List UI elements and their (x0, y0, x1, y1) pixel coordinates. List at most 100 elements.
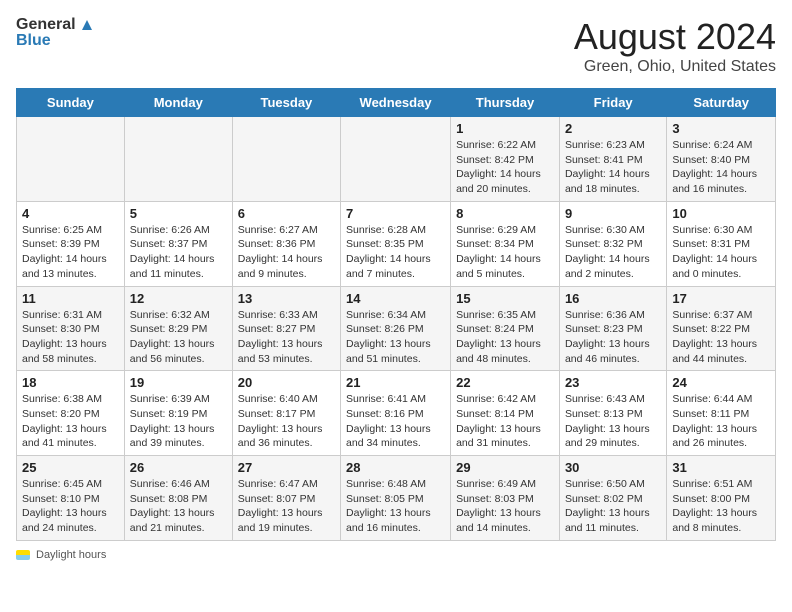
day-number: 9 (565, 206, 661, 221)
calendar-cell: 31 Sunrise: 6:51 AM Sunset: 8:00 PM Dayli… (667, 456, 776, 541)
day-info: Sunrise: 6:32 AM Sunset: 8:29 PM Dayligh… (130, 308, 227, 367)
day-number: 8 (456, 206, 554, 221)
day-info: Sunrise: 6:50 AM Sunset: 8:02 PM Dayligh… (565, 477, 661, 536)
day-header-wednesday: Wednesday (341, 89, 451, 117)
calendar-cell: 20 Sunrise: 6:40 AM Sunset: 8:17 PM Dayli… (232, 371, 340, 456)
day-header-tuesday: Tuesday (232, 89, 340, 117)
title-area: August 2024 Green, Ohio, United States (574, 16, 776, 76)
day-header-friday: Friday (559, 89, 666, 117)
calendar-cell: 11 Sunrise: 6:31 AM Sunset: 8:30 PM Dayli… (17, 286, 125, 371)
calendar-cell: 28 Sunrise: 6:48 AM Sunset: 8:05 PM Dayli… (341, 456, 451, 541)
calendar-cell: 8Sunrise: 6:29 AM Sunset: 8:34 PM Daylig… (451, 201, 560, 286)
calendar-subtitle: Green, Ohio, United States (574, 58, 776, 76)
day-number: 24 (672, 375, 770, 390)
daylight-icon (16, 550, 30, 560)
day-info: Sunrise: 6:40 AM Sunset: 8:17 PM Dayligh… (238, 392, 335, 451)
day-number: 25 (22, 460, 119, 475)
day-info: Sunrise: 6:37 AM Sunset: 8:22 PM Dayligh… (672, 308, 770, 367)
calendar-cell: 7Sunrise: 6:28 AM Sunset: 8:35 PM Daylig… (341, 201, 451, 286)
calendar-cell: 5Sunrise: 6:26 AM Sunset: 8:37 PM Daylig… (124, 201, 232, 286)
calendar-cell: 6 Sunrise: 6:27 AM Sunset: 8:36 PM Daylig… (232, 201, 340, 286)
calendar-cell: 16 Sunrise: 6:36 AM Sunset: 8:23 PM Dayli… (559, 286, 666, 371)
day-number: 31 (672, 460, 770, 475)
calendar-cell: 10 Sunrise: 6:30 AM Sunset: 8:31 PM Dayli… (667, 201, 776, 286)
day-header-saturday: Saturday (667, 89, 776, 117)
day-info: Sunrise: 6:48 AM Sunset: 8:05 PM Dayligh… (346, 477, 445, 536)
calendar-cell (341, 117, 451, 202)
day-info: Sunrise: 6:45 AM Sunset: 8:10 PM Dayligh… (22, 477, 119, 536)
footer: Daylight hours (16, 549, 776, 561)
day-number: 20 (238, 375, 335, 390)
calendar-cell: 29 Sunrise: 6:49 AM Sunset: 8:03 PM Dayli… (451, 456, 560, 541)
day-header-monday: Monday (124, 89, 232, 117)
day-number: 16 (565, 291, 661, 306)
day-number: 19 (130, 375, 227, 390)
calendar-cell: 30 Sunrise: 6:50 AM Sunset: 8:02 PM Dayli… (559, 456, 666, 541)
calendar-cell: 1 Sunrise: 6:22 AM Sunset: 8:42 PM Daylig… (451, 117, 560, 202)
calendar-title: August 2024 (574, 16, 776, 58)
day-info: Sunrise: 6:36 AM Sunset: 8:23 PM Dayligh… (565, 308, 661, 367)
calendar-cell: 2Sunrise: 6:23 AM Sunset: 8:41 PM Daylig… (559, 117, 666, 202)
day-number: 10 (672, 206, 770, 221)
day-number: 17 (672, 291, 770, 306)
calendar-cell: 25 Sunrise: 6:45 AM Sunset: 8:10 PM Dayli… (17, 456, 125, 541)
day-number: 5 (130, 206, 227, 221)
calendar-cell: 12 Sunrise: 6:32 AM Sunset: 8:29 PM Dayli… (124, 286, 232, 371)
calendar-cell (124, 117, 232, 202)
calendar-table: SundayMondayTuesdayWednesdayThursdayFrid… (16, 88, 776, 541)
day-number: 12 (130, 291, 227, 306)
day-number: 2 (565, 121, 661, 136)
day-number: 27 (238, 460, 335, 475)
logo-triangle-icon (78, 16, 96, 34)
day-info: Sunrise: 6:22 AM Sunset: 8:42 PM Dayligh… (456, 138, 554, 197)
day-number: 11 (22, 291, 119, 306)
day-info: Sunrise: 6:42 AM Sunset: 8:14 PM Dayligh… (456, 392, 554, 451)
calendar-cell (232, 117, 340, 202)
day-header-thursday: Thursday (451, 89, 560, 117)
day-info: Sunrise: 6:44 AM Sunset: 8:11 PM Dayligh… (672, 392, 770, 451)
day-info: Sunrise: 6:31 AM Sunset: 8:30 PM Dayligh… (22, 308, 119, 367)
day-number: 29 (456, 460, 554, 475)
day-number: 26 (130, 460, 227, 475)
day-number: 4 (22, 206, 119, 221)
calendar-cell: 17 Sunrise: 6:37 AM Sunset: 8:22 PM Dayli… (667, 286, 776, 371)
calendar-cell: 26 Sunrise: 6:46 AM Sunset: 8:08 PM Dayli… (124, 456, 232, 541)
calendar-cell (17, 117, 125, 202)
day-info: Sunrise: 6:30 AM Sunset: 8:31 PM Dayligh… (672, 223, 770, 282)
day-number: 28 (346, 460, 445, 475)
calendar-cell: 23Sunrise: 6:43 AM Sunset: 8:13 PM Dayli… (559, 371, 666, 456)
calendar-cell: 13Sunrise: 6:33 AM Sunset: 8:27 PM Dayli… (232, 286, 340, 371)
day-header-sunday: Sunday (17, 89, 125, 117)
day-number: 30 (565, 460, 661, 475)
calendar-cell: 9Sunrise: 6:30 AM Sunset: 8:32 PM Daylig… (559, 201, 666, 286)
day-info: Sunrise: 6:46 AM Sunset: 8:08 PM Dayligh… (130, 477, 227, 536)
calendar-cell: 22Sunrise: 6:42 AM Sunset: 8:14 PM Dayli… (451, 371, 560, 456)
day-number: 6 (238, 206, 335, 221)
day-info: Sunrise: 6:28 AM Sunset: 8:35 PM Dayligh… (346, 223, 445, 282)
day-info: Sunrise: 6:39 AM Sunset: 8:19 PM Dayligh… (130, 392, 227, 451)
day-number: 18 (22, 375, 119, 390)
day-number: 14 (346, 291, 445, 306)
calendar-cell: 19 Sunrise: 6:39 AM Sunset: 8:19 PM Dayli… (124, 371, 232, 456)
day-info: Sunrise: 6:43 AM Sunset: 8:13 PM Dayligh… (565, 392, 661, 451)
calendar-cell: 3Sunrise: 6:24 AM Sunset: 8:40 PM Daylig… (667, 117, 776, 202)
day-info: Sunrise: 6:27 AM Sunset: 8:36 PM Dayligh… (238, 223, 335, 282)
calendar-cell: 24 Sunrise: 6:44 AM Sunset: 8:11 PM Dayli… (667, 371, 776, 456)
logo: General Blue (16, 16, 96, 50)
footer-label: Daylight hours (36, 549, 106, 561)
day-number: 13 (238, 291, 335, 306)
day-number: 15 (456, 291, 554, 306)
calendar-cell: 14 Sunrise: 6:34 AM Sunset: 8:26 PM Dayli… (341, 286, 451, 371)
day-info: Sunrise: 6:38 AM Sunset: 8:20 PM Dayligh… (22, 392, 119, 451)
day-number: 3 (672, 121, 770, 136)
header: General Blue August 2024 Green, Ohio, Un… (16, 16, 776, 76)
calendar-cell: 4Sunrise: 6:25 AM Sunset: 8:39 PM Daylig… (17, 201, 125, 286)
day-info: Sunrise: 6:41 AM Sunset: 8:16 PM Dayligh… (346, 392, 445, 451)
day-info: Sunrise: 6:49 AM Sunset: 8:03 PM Dayligh… (456, 477, 554, 536)
day-number: 1 (456, 121, 554, 136)
day-info: Sunrise: 6:34 AM Sunset: 8:26 PM Dayligh… (346, 308, 445, 367)
logo-blue: Blue (16, 32, 96, 50)
calendar-cell: 21Sunrise: 6:41 AM Sunset: 8:16 PM Dayli… (341, 371, 451, 456)
day-info: Sunrise: 6:51 AM Sunset: 8:00 PM Dayligh… (672, 477, 770, 536)
day-info: Sunrise: 6:35 AM Sunset: 8:24 PM Dayligh… (456, 308, 554, 367)
